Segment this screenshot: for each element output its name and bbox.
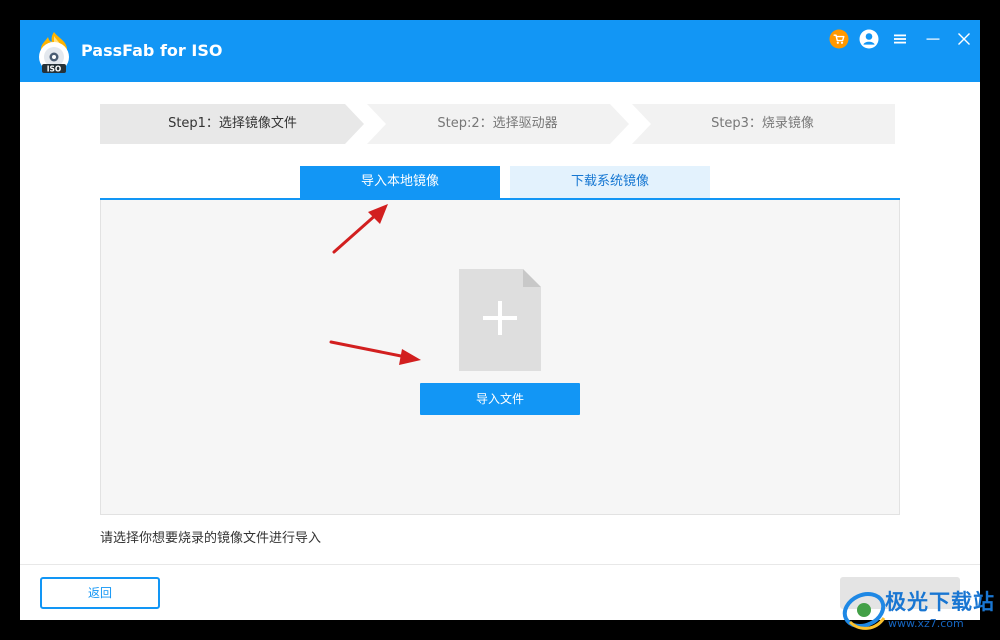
back-button[interactable]: 返回 <box>40 577 160 609</box>
app-logo: ISO <box>39 32 69 74</box>
tab-download-system-image[interactable]: 下载系统镜像 <box>510 166 710 198</box>
watermark-url: www.xz7.com <box>888 617 964 630</box>
step-progress: Step1：选择镜像文件 Step:2：选择驱动器 Step3：烧录镜像 <box>100 104 895 144</box>
menu-icon[interactable] <box>890 29 910 49</box>
red-arrow-annotation <box>329 340 421 365</box>
app-window: ISO PassFab for ISO Step1：选择镜像文件 Step:2：… <box>20 20 980 620</box>
import-file-button[interactable]: 导入文件 <box>420 383 580 415</box>
import-drop-area[interactable]: 导入文件 <box>100 200 900 515</box>
step3-label: Step3：烧录镜像 <box>711 116 814 131</box>
app-title: PassFab for ISO <box>81 41 223 60</box>
logo-badge-text: ISO <box>47 65 62 74</box>
minimize-icon[interactable] <box>923 29 943 49</box>
step2-label: Step:2：选择驱动器 <box>437 116 558 131</box>
file-add-icon[interactable] <box>459 269 541 371</box>
user-icon[interactable] <box>859 29 879 49</box>
close-icon[interactable] <box>954 29 974 49</box>
tab-import-local-image[interactable]: 导入本地镜像 <box>300 166 500 198</box>
footer-divider <box>20 564 980 565</box>
watermark-text: 极光下载站 <box>885 590 995 614</box>
red-arrow-annotation <box>332 204 388 254</box>
title-bar: ISO PassFab for ISO <box>20 20 980 82</box>
hint-text: 请选择你想要烧录的镜像文件进行导入 <box>100 531 322 546</box>
cart-icon[interactable] <box>829 29 849 49</box>
step1-label: Step1：选择镜像文件 <box>168 116 297 131</box>
